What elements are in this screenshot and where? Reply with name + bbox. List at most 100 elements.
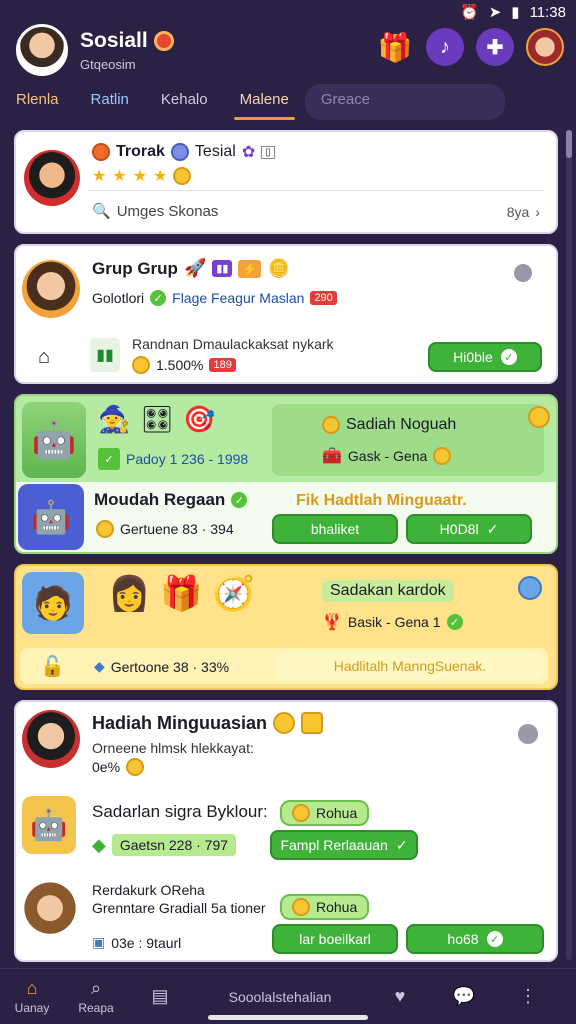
game-icon-2[interactable]: 🎁 [160,574,202,614]
user-avatar[interactable] [22,710,80,768]
top-bar: Sosiall Gtqeosim 🎁 ♪ ✚ [0,20,576,84]
row1-button-label: Fampl Rerlaauan [280,837,388,853]
user-tag: Tesial [194,143,236,160]
promo-title: Sadakan kardok [322,580,454,602]
post-desc-2: 0e% [92,759,121,775]
home-icon: ⌂ [26,978,38,998]
profile-icon[interactable] [526,28,564,66]
tab-2[interactable]: Ratlin [75,84,145,120]
primary-button[interactable]: H0D8l ✓ [406,514,532,544]
game-icon-3[interactable]: 🎯 [183,404,215,435]
nav-search[interactable]: ⌕ Reapa [64,978,128,1015]
user-avatar[interactable] [16,24,68,76]
check-icon: ✓ [395,836,408,853]
promo-range: Padoy 1 236 - 1998 [126,451,249,467]
puzzle-icon[interactable]: ✚ [476,28,514,66]
nav-center[interactable]: Sooolalstehalian [192,989,368,1005]
nav-home-label: Uanay [14,1001,50,1015]
nav-inbox[interactable]: ▤ [128,986,192,1007]
promo-card-yellow[interactable]: 🧑 👩 🎁 🧭 Sadakan kardok 🦞 Basik - Gena 1 … [14,564,558,690]
nav-center-label: Sooolalstehalian [228,988,332,1005]
chevron-right-icon[interactable]: › [535,204,540,220]
row2-badge: Rohua [316,899,358,915]
row1-title: Sadarlan sigra Byklour: [92,802,268,821]
bot-avatar[interactable]: 🤖 [18,484,84,550]
nav-home[interactable]: ⌂ Uanay [0,978,64,1015]
profile-header[interactable]: Sosiall Gtqeosim [16,24,174,76]
post-desc: Orneene hlmsk hlekkayat: [92,740,254,756]
user-avatar[interactable] [22,260,80,318]
more-icon[interactable] [514,264,532,282]
tab-1[interactable]: Rlenla [0,84,75,120]
post-card-5[interactable]: Hadiah Minguuasian Orneene hlmsk hlekkay… [14,700,558,962]
promo-card-green[interactable]: 🤖 🧙 🎛 🎯 ✓ Padoy 1 236 - 1998 Sadiah Nogu… [14,394,558,554]
group-name[interactable]: Grup Grup [92,259,178,279]
spark-icon: ⚡ [238,259,262,278]
row1-stat: Gaetsn 228 · 797 [111,834,237,856]
promo-box[interactable]: Sadiah Noguah 🧰 Gask - Gena [272,404,544,476]
cube-icon: ◆ [94,658,105,674]
globe-icon [170,143,189,161]
game-icon-1[interactable]: 👩 [108,574,150,614]
user-avatar[interactable] [22,882,78,940]
game-icon-1[interactable]: 🧙 [98,404,130,435]
post-card-2[interactable]: Grup Grup 🚀 ▮▮ ⚡ 🪙 Golotlori ✓ Flage Fea… [14,244,558,384]
promo-sub: Basik - Gena 1 [347,614,441,630]
search-label[interactable]: Umges Skonas [117,203,219,220]
app-title: Sosiall [80,28,148,52]
post-card-1[interactable]: Trorak Tesial ✿ ▯ ★ ★ ★ ★ 🔍 Umges Skonas 8y… [14,130,558,234]
music-icon[interactable]: ♪ [426,28,464,66]
user-avatar[interactable] [24,150,80,206]
menu-icon[interactable]: ▯ [261,145,275,159]
item-stat: Gertuene 83 · 394 [120,521,234,537]
balloon-icon [528,406,550,428]
app-subtitle: Gtqeosim [80,56,136,72]
game-icon-3[interactable]: 🧭 [213,574,255,614]
post-title[interactable]: Hadiah Minguuasian [92,713,267,734]
bot-avatar[interactable]: 🤖 [22,796,76,854]
check-icon: ✓ [500,349,517,365]
stat-value: 1.500% [156,357,204,373]
more-icon[interactable] [518,724,538,744]
row2-button-secondary[interactable]: lar boeilkarl [272,924,398,954]
tab-5[interactable]: Greace [304,84,505,120]
home-indicator [208,1015,368,1020]
clock: 11:38 [529,3,566,21]
coins-icon: 🪙 [267,258,290,278]
gift-icon[interactable]: 🎁 [376,28,414,66]
battery-icon: ▮ [511,4,520,21]
promo-sub: Gask - Gena [347,448,428,464]
nav-chat[interactable]: 💬 [432,986,496,1007]
balloon-icon [518,576,542,600]
nav-search-label: Reapa [78,1001,114,1015]
lock-icon[interactable]: 🔓 [40,654,65,679]
robot-avatar[interactable]: 🤖 [22,402,86,478]
row1-button[interactable]: Fampl Rerlaauan ✓ [270,830,418,860]
check-icon: ✓ [150,290,167,306]
username[interactable]: Trorak [116,143,165,161]
nav-more[interactable]: ⋮ [496,986,560,1007]
location-icon: ➤ [488,4,502,21]
group-label: Golotlori [92,290,145,306]
promo-box[interactable]: Sadakan kardok 🦞 Basik - Gena 1 ✓ [316,574,492,636]
row2-button-secondary-label: lar boeilkarl [299,931,371,947]
game-icon-2[interactable]: 🎛 [140,404,173,435]
tab-4[interactable]: Malene [224,84,305,120]
home-icon[interactable]: ⌂ [38,346,50,369]
fire-icon [92,143,110,161]
row1-badge: Rohua [316,805,358,821]
user-avatar[interactable]: 🧑 [22,572,84,634]
scrollbar[interactable] [566,130,572,960]
secondary-button[interactable]: bhaliket [272,514,398,544]
action-button[interactable]: Hi0ble ✓ [428,342,542,372]
secondary-button-label: bhaliket [310,521,360,537]
nav-heart[interactable]: ♥ [368,986,432,1007]
calendar-icon: ▣ [92,934,106,950]
row2-button-primary[interactable]: ho68 ✓ [406,924,544,954]
coin-icon [126,758,145,776]
coin-icon [322,416,340,434]
item-name[interactable]: Moudah Regaan [94,490,225,510]
heart-icon: ♥ [394,986,406,1006]
stat-badge: 189 [209,358,236,372]
tab-3[interactable]: Kehalo [145,84,224,120]
